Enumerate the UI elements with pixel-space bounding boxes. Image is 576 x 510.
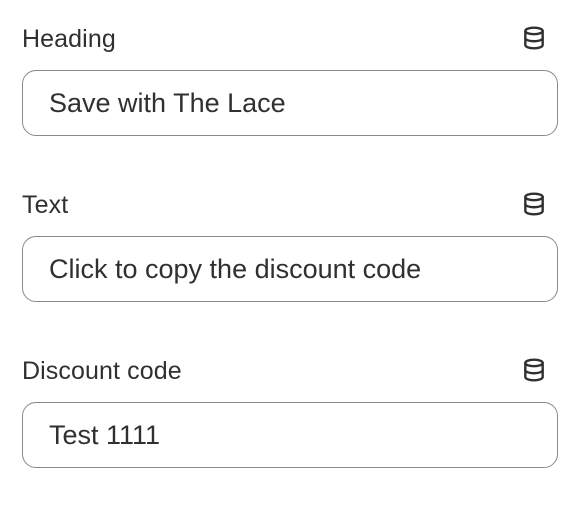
database-icon [524,192,544,216]
heading-input[interactable] [22,70,558,136]
heading-field-group: Heading [22,22,558,136]
discount-code-field-group: Discount code [22,354,558,468]
discount-code-input[interactable] [22,402,558,468]
discount-code-label-row: Discount code [22,354,558,388]
text-field-group: Text [22,188,558,302]
heading-label: Heading [22,25,116,53]
text-label: Text [22,191,69,219]
discount-code-dynamic-source-button[interactable] [518,354,550,386]
discount-code-label: Discount code [22,357,182,385]
heading-label-row: Heading [22,22,558,56]
database-icon [524,26,544,50]
text-dynamic-source-button[interactable] [518,188,550,220]
text-label-row: Text [22,188,558,222]
text-input[interactable] [22,236,558,302]
heading-dynamic-source-button[interactable] [518,22,550,54]
database-icon [524,358,544,382]
